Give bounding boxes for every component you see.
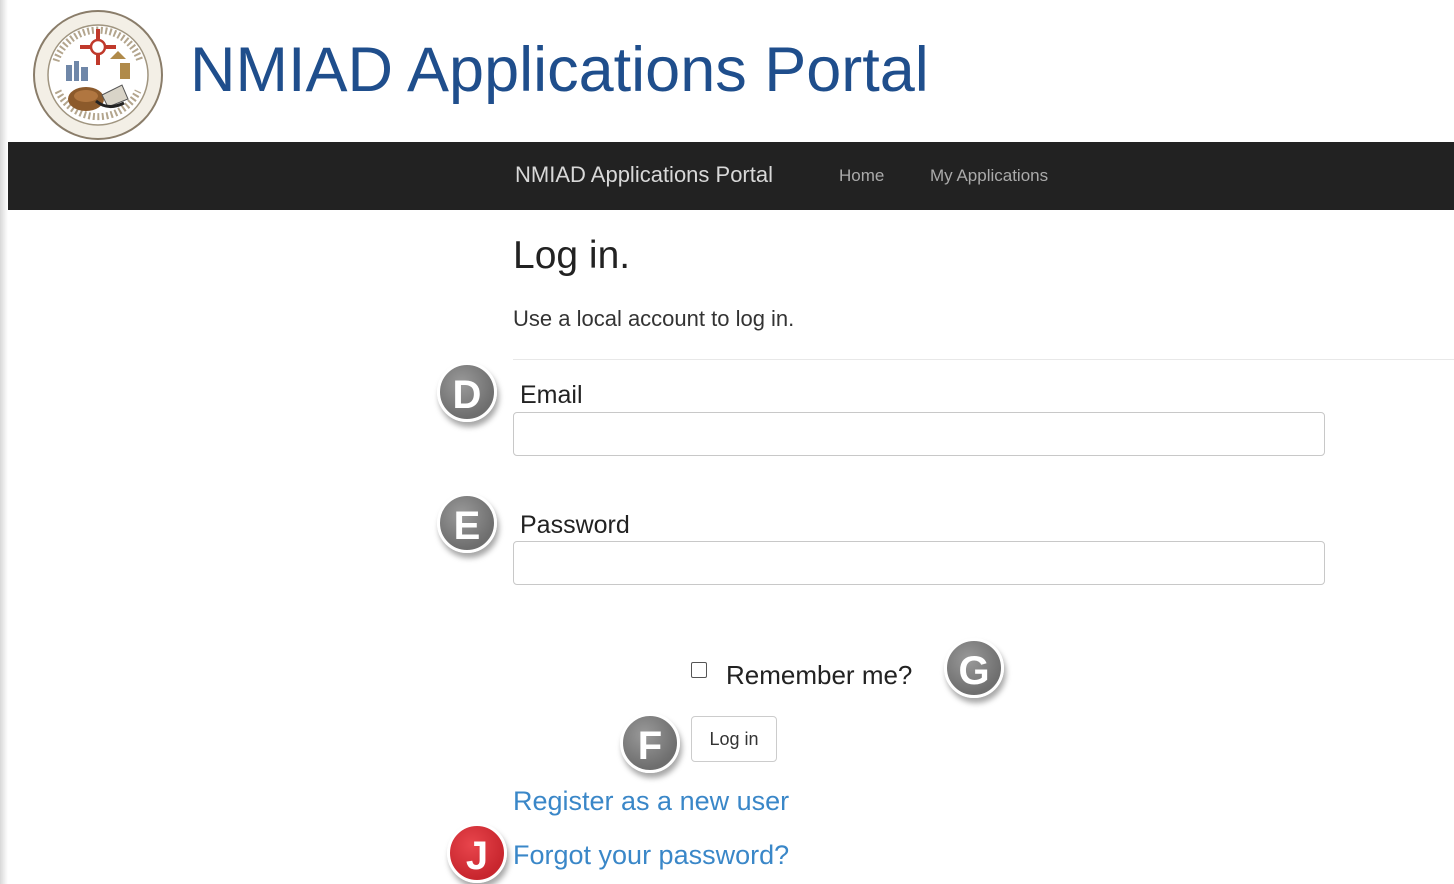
email-field[interactable]	[513, 412, 1325, 456]
log-in-button[interactable]: Log in	[691, 716, 777, 762]
state-seal-icon	[33, 10, 163, 140]
email-label: Email	[520, 381, 583, 409]
divider	[513, 359, 1454, 360]
navbar-brand-link[interactable]: NMIAD Applications Portal	[515, 162, 773, 188]
nav-link-home[interactable]: Home	[839, 166, 884, 186]
annotation-badge-j: J	[447, 823, 507, 883]
annotation-badge-d: D	[437, 362, 497, 422]
remember-me-checkbox[interactable]	[691, 662, 707, 678]
password-label: Password	[520, 511, 630, 539]
top-navbar: NMIAD Applications Portal Home My Applic…	[8, 142, 1454, 210]
remember-me-label[interactable]: Remember me?	[726, 660, 912, 691]
annotation-badge-e: E	[437, 493, 497, 553]
forgot-password-link[interactable]: Forgot your password?	[513, 840, 789, 871]
window-edge-shadow	[0, 0, 8, 884]
register-link[interactable]: Register as a new user	[513, 786, 789, 817]
site-header: NMIAD Applications Portal	[8, 0, 1454, 142]
site-title: NMIAD Applications Portal	[190, 35, 929, 105]
page-title: Log in.	[513, 234, 631, 277]
password-field[interactable]	[513, 541, 1325, 585]
page-subtitle: Use a local account to log in.	[513, 306, 795, 331]
annotation-badge-g: G	[944, 638, 1004, 698]
nav-link-my-applications[interactable]: My Applications	[930, 166, 1048, 186]
login-page: NMIAD Applications Portal NMIAD Applicat…	[0, 0, 1454, 884]
annotation-badge-f: F	[620, 713, 680, 773]
